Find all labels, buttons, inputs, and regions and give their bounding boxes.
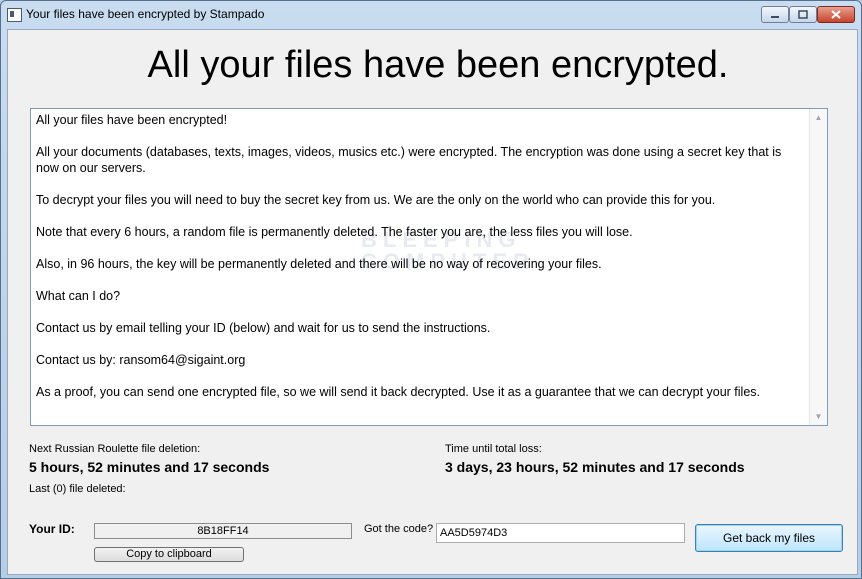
total-loss-label: Time until total loss:	[445, 443, 542, 455]
got-code-label: Got the code?	[364, 523, 434, 535]
message-paragraph: Contact us by: ransom64@sigaint.org	[36, 353, 246, 367]
roulette-label: Next Russian Roulette file deletion:	[29, 443, 201, 455]
minimize-button[interactable]	[761, 6, 789, 23]
get-back-files-button[interactable]: Get back my files	[695, 524, 843, 552]
window-title: Your files have been encrypted by Stampa…	[26, 7, 265, 21]
maximize-button[interactable]	[789, 6, 817, 23]
close-icon	[831, 10, 841, 19]
maximize-icon	[798, 10, 808, 19]
copy-to-clipboard-button[interactable]: Copy to clipboard	[94, 547, 244, 562]
message-paragraph: Contact us by email telling your ID (bel…	[36, 321, 491, 335]
roulette-countdown: 5 hours, 52 minutes and 17 seconds	[29, 459, 270, 475]
main-heading: All your files have been encrypted.	[147, 44, 729, 86]
message-paragraph: What can I do?	[36, 289, 121, 303]
vertical-scrollbar[interactable]: ▲ ▼	[809, 109, 827, 425]
your-id-label: Your ID:	[29, 522, 75, 536]
ransom-message-box[interactable]: BLEEPING COMPUTER All your files have be…	[30, 108, 828, 426]
title-bar[interactable]: Your files have been encrypted by Stampa…	[1, 1, 861, 29]
total-loss-countdown: 3 days, 23 hours, 52 minutes and 17 seco…	[445, 459, 745, 475]
scroll-up-arrow-icon[interactable]: ▲	[810, 109, 827, 126]
message-text: All your files have been encrypted! All …	[36, 112, 804, 416]
code-input[interactable]: AA5D5974D3	[436, 523, 685, 543]
window-content: All your files have been encrypted. BLEE…	[7, 29, 858, 575]
message-paragraph: Note that every 6 hours, a random file i…	[36, 225, 633, 239]
message-paragraph: As a proof, you can send one encrypted f…	[36, 385, 761, 399]
message-paragraph: To decrypt your files you will need to b…	[36, 193, 716, 207]
message-paragraph: All your files have been encrypted!	[36, 113, 228, 127]
ransom-window: Your files have been encrypted by Stampa…	[0, 0, 862, 579]
minimize-icon	[771, 15, 779, 18]
message-paragraph: All your documents (databases, texts, im…	[36, 145, 782, 175]
id-field[interactable]: 8B18FF14	[94, 523, 352, 539]
scroll-down-arrow-icon[interactable]: ▼	[810, 408, 827, 425]
app-icon	[7, 8, 22, 22]
last-deleted-label: Last (0) file deleted:	[29, 483, 126, 495]
message-paragraph: Also, in 96 hours, the key will be perma…	[36, 257, 602, 271]
close-button[interactable]	[817, 6, 855, 23]
